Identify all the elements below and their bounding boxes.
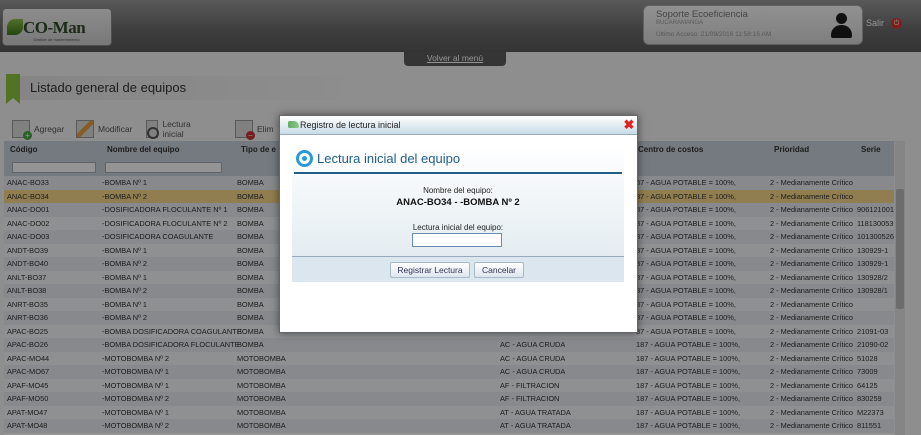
dialog-heading-text: Lectura inicial del equipo — [317, 151, 461, 166]
equipment-name-label: Nombre del equipo: — [423, 186, 493, 195]
initial-reading-input[interactable] — [412, 233, 502, 247]
dialog-titlebar: Registro de lectura inicial ✖ — [280, 116, 637, 135]
close-icon[interactable]: ✖ — [623, 118, 635, 131]
window-icon — [288, 121, 299, 128]
target-circle-icon — [296, 150, 313, 167]
initial-reading-dialog: Registro de lectura inicial ✖ Lectura in… — [279, 115, 638, 333]
heading-separator — [294, 172, 622, 174]
dialog-title: Registro de lectura inicial — [300, 120, 401, 130]
cancel-button[interactable]: Cancelar — [474, 262, 524, 278]
reading-label: Lectura inicial del equipo: — [412, 223, 504, 232]
register-reading-button[interactable]: Registrar Lectura — [390, 262, 470, 278]
dialog-footer: Registrar Lectura Cancelar — [292, 256, 624, 281]
equipment-name-value: ANAC-BO34 - -BOMBA Nº 2 — [396, 197, 520, 208]
